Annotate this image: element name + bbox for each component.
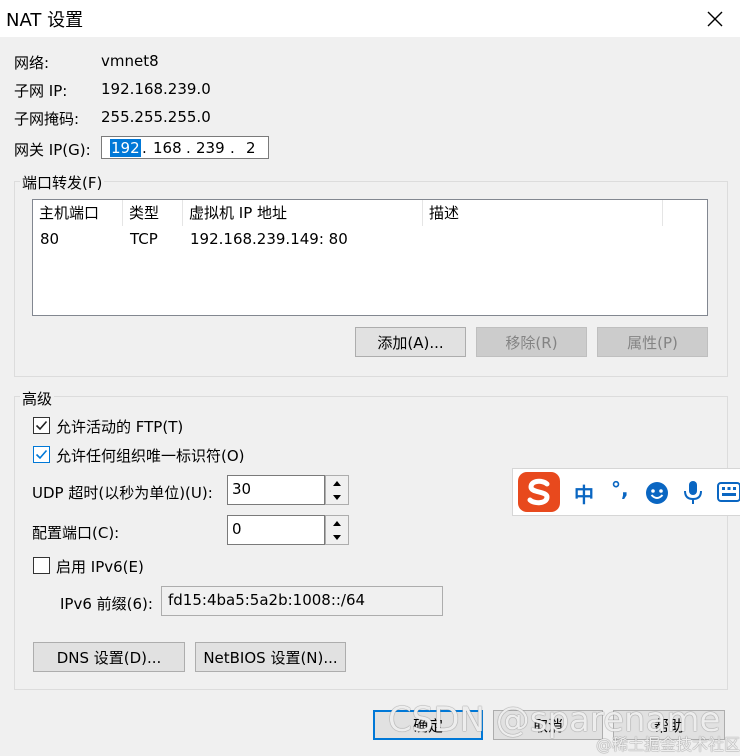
gateway-octet-2[interactable]: 168 <box>153 139 182 157</box>
emoji-icon[interactable] <box>645 481 669 505</box>
network-value: vmnet8 <box>101 52 159 70</box>
netbios-settings-button[interactable]: NetBIOS 设置(N)... <box>195 642 346 672</box>
gateway-octet-4[interactable]: 2 <box>246 139 256 157</box>
ipv6-prefix-field[interactable]: fd15:4ba5:5a2b:1008::/64 <box>161 586 443 616</box>
ipv6-prefix-label: IPv6 前缀(6): <box>60 595 153 613</box>
gateway-ip-label: 网关 IP(G): <box>14 141 91 159</box>
octet-dot: . <box>230 139 235 157</box>
advanced-group-title: 高级 <box>20 388 55 409</box>
sogou-logo-icon[interactable] <box>518 472 560 512</box>
window-title: NAT 设置 <box>6 10 84 31</box>
udp-timeout-label: UDP 超时(以秒为单位)(U): <box>32 484 213 502</box>
udp-timeout-input[interactable]: 30 <box>227 475 325 505</box>
juejin-watermark: @稀土掘金技术社区 <box>596 735 740 754</box>
config-port-input[interactable]: 0 <box>227 515 325 545</box>
close-button[interactable] <box>690 0 740 37</box>
column-header-description[interactable]: 描述 <box>423 200 663 226</box>
enable-ipv6-label[interactable]: 启用 IPv6(E) <box>56 556 144 577</box>
allow-any-oui-label[interactable]: 允许任何组织唯一标识符(O) <box>56 445 245 466</box>
checkmark-icon <box>35 449 48 460</box>
cell-vm-ip: 192.168.239.149: 80 <box>190 230 348 248</box>
subnet-ip-value: 192.168.239.0 <box>101 80 211 98</box>
port-forwarding-list[interactable]: 主机端口 类型 虚拟机 IP 地址 描述 80 TCP 192.168.239.… <box>32 199 708 316</box>
ime-toolbar: 中 °, <box>512 468 740 516</box>
network-label: 网络: <box>14 54 50 72</box>
column-header-host-port[interactable]: 主机端口 <box>33 200 123 226</box>
cell-host-port: 80 <box>40 230 60 248</box>
nat-settings-dialog: NAT 设置 网络: vmnet8 子网 IP: 192.168.239.0 子… <box>0 0 740 756</box>
keyboard-icon[interactable] <box>717 482 740 502</box>
spin-down-icon[interactable] <box>326 490 348 504</box>
column-header-type[interactable]: 类型 <box>123 200 183 226</box>
udp-timeout-spinner[interactable] <box>325 475 349 505</box>
subnet-ip-label: 子网 IP: <box>14 82 68 100</box>
config-port-label: 配置端口(C): <box>32 524 120 542</box>
close-icon <box>707 11 723 26</box>
remove-button[interactable]: 移除(R) <box>476 327 587 357</box>
config-port-spinner[interactable] <box>325 515 349 545</box>
allow-ftp-label[interactable]: 允许活动的 FTP(T) <box>56 416 183 437</box>
allow-ftp-checkbox[interactable] <box>33 417 50 434</box>
add-button[interactable]: 添加(A)... <box>355 327 466 357</box>
subnet-mask-label: 子网掩码: <box>14 110 80 128</box>
spin-up-icon[interactable] <box>326 476 348 490</box>
enable-ipv6-checkbox[interactable] <box>33 557 50 574</box>
column-header-vm-ip[interactable]: 虚拟机 IP 地址 <box>183 200 423 226</box>
ime-punct-label[interactable]: °, <box>611 477 629 501</box>
microphone-icon[interactable] <box>683 480 703 506</box>
title-bar: NAT 设置 <box>0 0 740 37</box>
dns-settings-button[interactable]: DNS 设置(D)... <box>33 642 185 672</box>
cell-type: TCP <box>130 230 158 248</box>
port-forwarding-group-title: 端口转发(F) <box>20 172 105 193</box>
gateway-octet-1[interactable]: 192 <box>110 139 141 157</box>
octet-dot: . <box>186 139 191 157</box>
allow-any-oui-checkbox[interactable] <box>33 446 50 463</box>
checkmark-icon <box>35 420 48 431</box>
spin-up-icon[interactable] <box>326 516 348 530</box>
octet-dot: . <box>142 139 147 157</box>
subnet-mask-value: 255.255.255.0 <box>101 108 211 126</box>
gateway-ip-field[interactable]: 192 . 168 . 239 . 2 <box>101 136 269 159</box>
properties-button[interactable]: 属性(P) <box>597 327 708 357</box>
ime-mode-label[interactable]: 中 <box>574 479 594 508</box>
spin-down-icon[interactable] <box>326 530 348 544</box>
gateway-octet-3[interactable]: 239 <box>196 139 225 157</box>
